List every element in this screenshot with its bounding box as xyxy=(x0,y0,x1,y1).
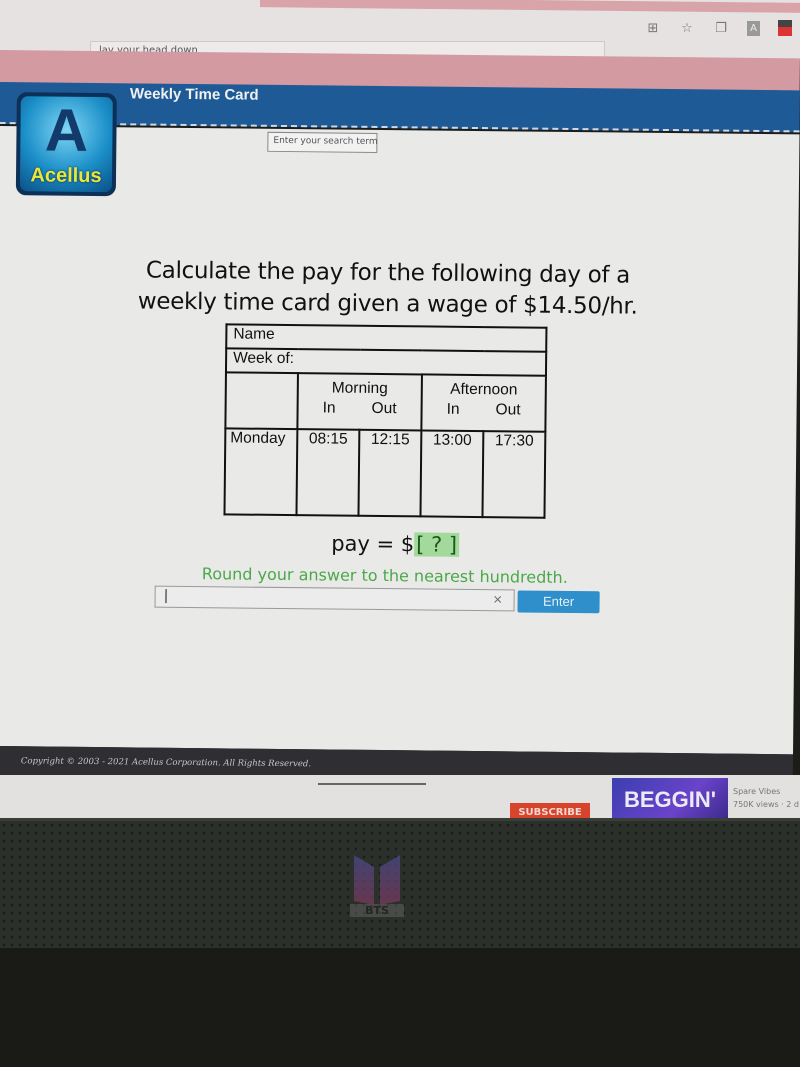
apps-icon[interactable]: ⊞ xyxy=(645,20,661,36)
profile-icon[interactable] xyxy=(778,20,792,36)
background-window-edge xyxy=(260,0,800,13)
answer-placeholder: [ ? ] xyxy=(414,532,460,557)
afternoon-label: Afternoon xyxy=(450,380,518,399)
browser-toolbar-icons: ⊞ ☆ ❐ A xyxy=(645,20,792,36)
blank-header-cell xyxy=(225,372,298,430)
copyright-text: Copyright © 2003 - 2021 Acellus Corporat… xyxy=(20,756,312,770)
video-meta: Spare Vibes 750K views · 2 d xyxy=(733,785,799,811)
monitor-speaker-grille: BTS xyxy=(0,818,800,948)
time-card-table: Name Week of: Morning In Out Afternoon In… xyxy=(223,323,548,519)
week-of-cell: Week of: xyxy=(225,348,547,376)
bts-sticker: BTS xyxy=(350,851,404,917)
app-header: Weekly Time Card xyxy=(0,82,800,133)
afternoon-out-label: Out xyxy=(495,401,521,419)
morning-out-cell: 12:15 xyxy=(358,429,422,517)
morning-in-label: In xyxy=(322,399,336,417)
enter-button[interactable]: Enter xyxy=(517,590,600,614)
table-row: Monday 08:15 12:15 13:00 17:30 xyxy=(224,428,546,518)
day-cell: Monday xyxy=(224,428,298,516)
divider xyxy=(318,783,426,785)
bts-label: BTS xyxy=(350,904,404,917)
search-input[interactable]: Enter your search term xyxy=(267,131,378,153)
photo-of-screen: ⊞ ☆ ❐ A lay your head down Weekly Time C… xyxy=(0,0,800,1067)
acellus-window: Weekly Time Card A Acellus Enter your se… xyxy=(0,82,800,790)
name-cell: Name xyxy=(226,324,547,352)
morning-header: Morning In Out xyxy=(297,373,422,431)
add-favorite-icon[interactable]: ☆ xyxy=(679,20,695,36)
answer-input[interactable]: | xyxy=(154,585,515,612)
video-views: 750K views · 2 d xyxy=(733,800,799,809)
pay-prefix: pay = $ xyxy=(331,531,415,557)
pay-equation: pay = $[ ? ] xyxy=(0,528,795,560)
time-card-header: Morning In Out Afternoon In Out xyxy=(225,372,546,432)
lesson-content: Enter your search term Calculate the pay… xyxy=(0,125,800,755)
bts-logo-icon xyxy=(354,855,400,905)
afternoon-out-cell: 17:30 xyxy=(482,431,546,518)
extension-icon[interactable]: A xyxy=(747,20,760,36)
logo-text: Acellus xyxy=(30,164,102,188)
desk-background xyxy=(0,948,800,1067)
clear-icon[interactable]: × xyxy=(493,592,503,606)
morning-out-label: Out xyxy=(371,399,397,418)
morning-label: Morning xyxy=(331,379,388,398)
rounding-hint: Round your answer to the nearest hundred… xyxy=(201,564,568,587)
background-youtube-page: SUBSCRIBE BEGGIN' Spare Vibes 750K views… xyxy=(0,775,800,821)
collections-icon[interactable]: ❐ xyxy=(713,20,729,36)
acellus-logo[interactable]: A Acellus xyxy=(15,92,117,197)
question-line-2: weekly time card given a wage of $14.50/… xyxy=(137,288,638,320)
afternoon-header: Afternoon In Out xyxy=(421,374,546,432)
afternoon-in-label: In xyxy=(446,400,460,418)
channel-name[interactable]: Spare Vibes xyxy=(733,785,799,798)
morning-in-cell: 08:15 xyxy=(296,429,360,516)
video-thumbnail[interactable]: BEGGIN' xyxy=(612,778,728,820)
afternoon-in-cell: 13:00 xyxy=(420,430,484,518)
app-title: Weekly Time Card xyxy=(129,85,259,104)
acellus-a-icon: A xyxy=(44,96,89,164)
question-text: Calculate the pay for the following day … xyxy=(118,255,659,323)
